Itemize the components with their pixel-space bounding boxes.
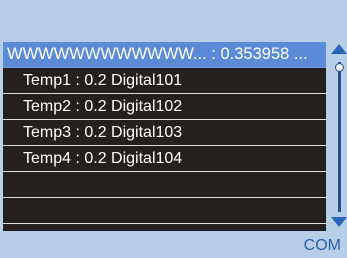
- status-bar: COM: [0, 231, 347, 258]
- list-item[interactable]: Temp1 : 0.2 Digital101: [3, 68, 326, 94]
- triangle-down-icon[interactable]: [331, 217, 347, 227]
- list-item-label: Temp4 : 0.2 Digital104: [23, 150, 183, 167]
- list-item-label: WWWWWWWWWWWW... : 0.353958 ...: [7, 45, 308, 63]
- list-item-label: Temp1 : 0.2 Digital101: [23, 72, 183, 89]
- list-view[interactable]: WWWWWWWWWWWW... : 0.353958 ... Temp1 : 0…: [3, 42, 326, 231]
- list-item-label: Temp3 : 0.2 Digital103: [23, 124, 183, 141]
- list-item[interactable]: Temp2 : 0.2 Digital102: [3, 94, 326, 120]
- device-screen: WWWWWWWWWWWW... : 0.353958 ... Temp1 : 0…: [0, 0, 347, 258]
- triangle-up-icon[interactable]: [331, 44, 347, 54]
- vertical-scrollbar[interactable]: [329, 42, 347, 231]
- list-item[interactable]: Temp3 : 0.2 Digital103: [3, 120, 326, 146]
- scrollbar-track[interactable]: [338, 62, 341, 212]
- list-item-label: Temp2 : 0.2 Digital102: [23, 98, 183, 115]
- status-text: COM: [303, 237, 341, 254]
- top-bar: [0, 0, 347, 37]
- list-panel: WWWWWWWWWWWW... : 0.353958 ... Temp1 : 0…: [0, 37, 347, 231]
- list-item-empty[interactable]: [3, 172, 326, 198]
- list-item[interactable]: Temp4 : 0.2 Digital104: [3, 146, 326, 172]
- list-item-empty[interactable]: [3, 198, 326, 224]
- list-item-selected[interactable]: WWWWWWWWWWWW... : 0.353958 ...: [3, 42, 326, 68]
- scrollbar-thumb[interactable]: [335, 63, 344, 72]
